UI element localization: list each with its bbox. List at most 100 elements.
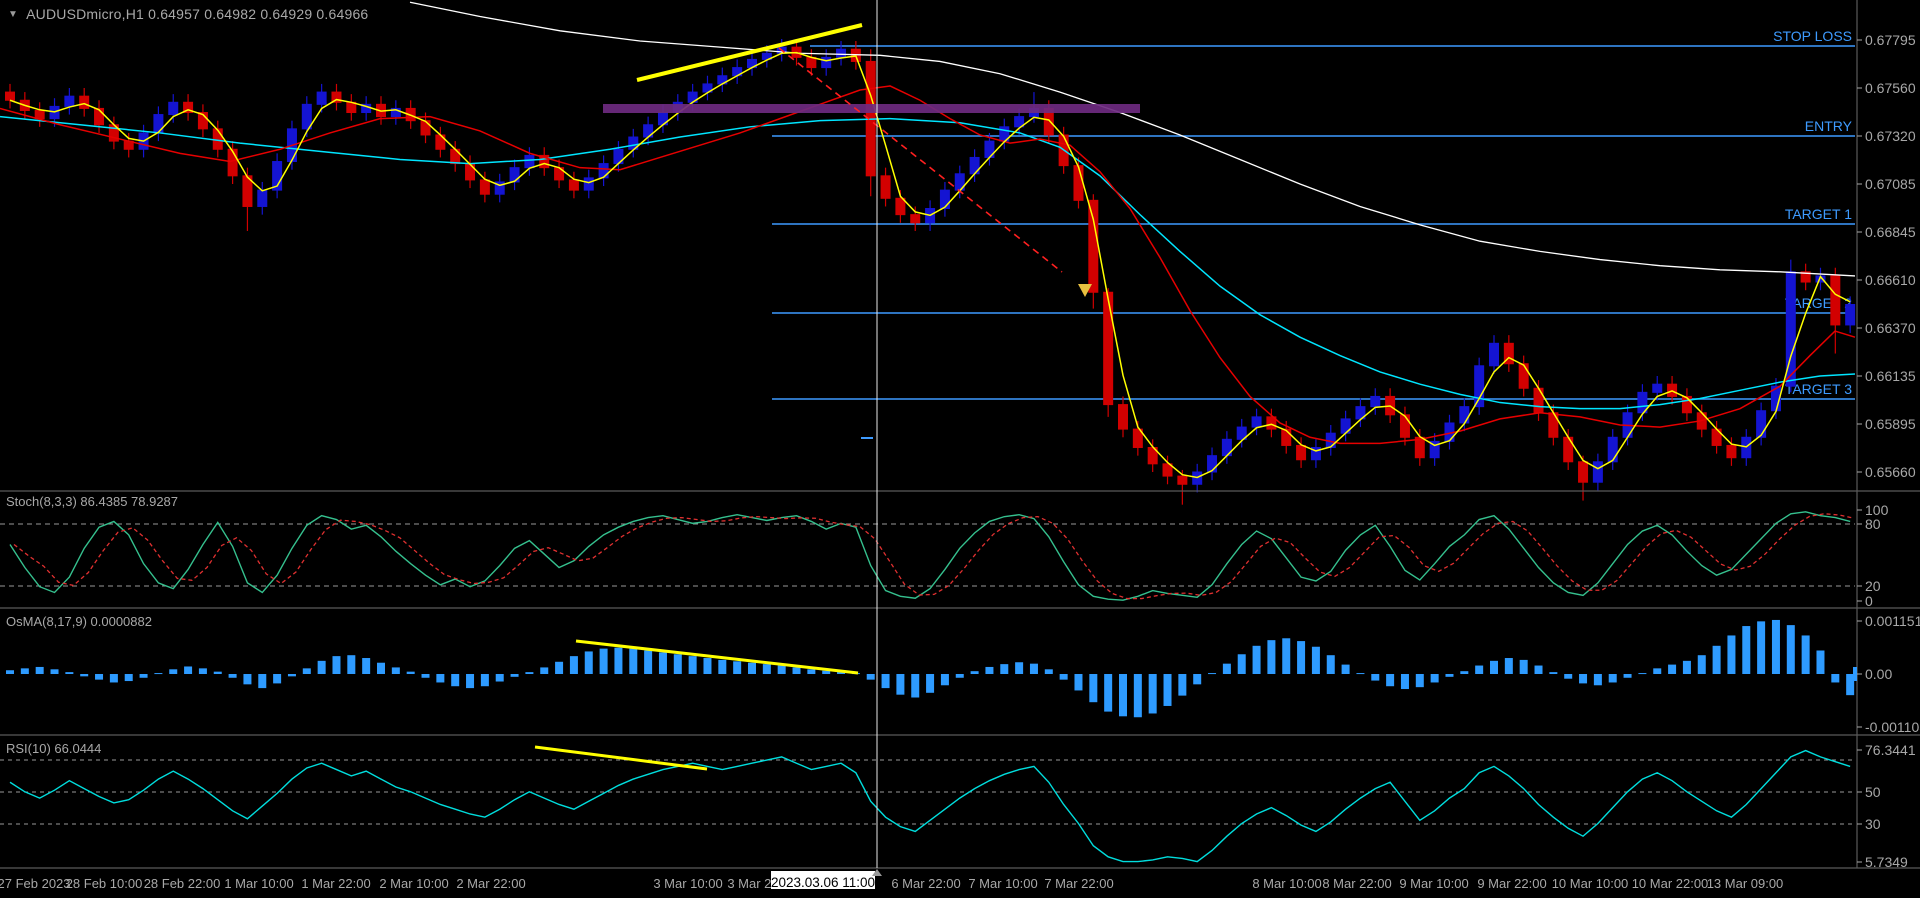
osma-bar bbox=[1609, 674, 1617, 682]
osma-bar bbox=[1579, 674, 1587, 683]
time-axis-label: 28 Feb 22:00 bbox=[144, 876, 221, 891]
time-axis-label: 7 Mar 10:00 bbox=[968, 876, 1037, 891]
osma-bar bbox=[659, 652, 667, 674]
osma-bar bbox=[882, 674, 890, 688]
osma-bar bbox=[21, 668, 29, 674]
osma-bar bbox=[748, 663, 756, 674]
ma-fast-line bbox=[10, 53, 1850, 478]
collapse-arrow-icon[interactable]: ▼ bbox=[8, 9, 18, 20]
selected-time-label: 2023.03.06 11:00 bbox=[771, 875, 875, 890]
osma-bar bbox=[1060, 674, 1068, 680]
price-scale-label: 0.67795 bbox=[1865, 32, 1916, 48]
osma-bar bbox=[540, 667, 548, 674]
candle-body bbox=[80, 96, 89, 108]
candle-body bbox=[95, 108, 104, 124]
ma-slow-line bbox=[0, 117, 1855, 409]
osma-bar bbox=[1267, 640, 1275, 674]
trade-line-label[interactable]: ENTRY bbox=[1805, 118, 1853, 134]
osma-bar bbox=[1698, 655, 1706, 674]
candle-body bbox=[1727, 445, 1736, 457]
osma-bar bbox=[1653, 668, 1661, 674]
candle-body bbox=[421, 121, 430, 135]
osma-bar bbox=[154, 673, 162, 674]
osma-bar bbox=[1802, 635, 1810, 674]
time-axis[interactable]: 27 Feb 202328 Feb 10:0028 Feb 22:001 Mar… bbox=[0, 871, 1783, 891]
osma-bar bbox=[807, 669, 815, 674]
candle-body bbox=[1104, 292, 1113, 404]
candle-body bbox=[1757, 411, 1766, 438]
osma-bar bbox=[243, 674, 251, 684]
osma-bar bbox=[867, 674, 875, 680]
osma-bar bbox=[926, 674, 934, 693]
time-axis-label: 13 Mar 09:00 bbox=[1707, 876, 1784, 891]
price-scale-label: 0.67560 bbox=[1865, 80, 1916, 96]
main-price-pane: STOP LOSSENTRYTARGET 1TARGET 2TARGET 3 bbox=[0, 2, 1855, 504]
price-scale-label: 0.65895 bbox=[1865, 416, 1916, 432]
time-axis-label: 9 Mar 10:00 bbox=[1399, 876, 1468, 891]
candle-body bbox=[569, 180, 578, 190]
osma-bar bbox=[36, 667, 44, 674]
osma-bar bbox=[392, 667, 400, 674]
osma-bar bbox=[1178, 674, 1186, 696]
osma-bar bbox=[6, 670, 14, 674]
osma-bar bbox=[763, 664, 771, 674]
candle-body bbox=[940, 190, 949, 208]
time-axis-label: 2 Mar 22:00 bbox=[456, 876, 525, 891]
osma-current-marker bbox=[1853, 667, 1857, 681]
osma-bar bbox=[1401, 674, 1409, 689]
osma-bar bbox=[1683, 661, 1691, 674]
osma-bar bbox=[1460, 671, 1468, 674]
price-scale-label: 0.66370 bbox=[1865, 320, 1916, 336]
osma-bar bbox=[1831, 674, 1839, 682]
time-axis-label: 7 Mar 22:00 bbox=[1044, 876, 1113, 891]
candle-body bbox=[822, 57, 831, 67]
supply-zone-band[interactable] bbox=[603, 104, 1140, 113]
osma-bar bbox=[1223, 664, 1231, 674]
rsi-scale-label: 30 bbox=[1865, 816, 1881, 832]
chart-canvas: STOP LOSSENTRYTARGET 1TARGET 2TARGET 3 S… bbox=[0, 0, 1920, 898]
osma-bar bbox=[1371, 674, 1379, 681]
osma-bar bbox=[1846, 674, 1854, 695]
stoch-label: Stoch(8,3,3) 86.4385 78.9287 bbox=[6, 494, 178, 509]
time-axis-label: 27 Feb 2023 bbox=[0, 876, 71, 891]
candle-body bbox=[1282, 429, 1291, 445]
candle-body bbox=[1371, 396, 1380, 406]
osma-bar bbox=[733, 661, 741, 674]
yellow-trendline-rsi[interactable] bbox=[535, 747, 707, 769]
osma-bar bbox=[1104, 674, 1112, 712]
candle-body bbox=[911, 215, 920, 223]
osma-bar bbox=[555, 662, 563, 674]
red-dashed-trendline[interactable] bbox=[779, 48, 1062, 272]
candle-body bbox=[881, 176, 890, 198]
osma-bar bbox=[436, 674, 444, 682]
osma-bar bbox=[570, 656, 578, 674]
osma-bar bbox=[1089, 674, 1097, 702]
candle-body bbox=[1178, 476, 1187, 484]
time-axis-label: 8 Mar 22:00 bbox=[1322, 876, 1391, 891]
candle-body bbox=[837, 49, 846, 57]
trade-line-label[interactable]: TARGET 1 bbox=[1785, 206, 1852, 222]
osma-bar bbox=[258, 674, 266, 688]
osma-bar bbox=[1713, 646, 1721, 674]
price-scale-label: 0.66610 bbox=[1865, 272, 1916, 288]
candle-body bbox=[480, 180, 489, 194]
osma-bar bbox=[674, 654, 682, 674]
osma-bar bbox=[1638, 673, 1646, 674]
candle-body bbox=[584, 178, 593, 190]
osma-bar bbox=[1030, 664, 1038, 674]
candle-body bbox=[1593, 462, 1602, 482]
yellow-trendline-main[interactable] bbox=[637, 25, 862, 80]
stochastic-pane: Stoch(8,3,3) 86.4385 78.9287 bbox=[0, 494, 1855, 600]
osma-bar bbox=[1119, 674, 1127, 716]
time-axis-label: 1 Mar 10:00 bbox=[224, 876, 293, 891]
osma-scale-label: 0.0011516 bbox=[1865, 613, 1920, 629]
rsi-pane: RSI(10) 66.0444 bbox=[0, 741, 1855, 862]
trade-line-label[interactable]: STOP LOSS bbox=[1773, 28, 1852, 44]
osma-bar bbox=[1431, 674, 1439, 682]
candle-body bbox=[1549, 413, 1558, 438]
candle-body bbox=[1400, 415, 1409, 437]
candle-body bbox=[1460, 407, 1469, 423]
candle-body bbox=[525, 155, 534, 167]
candle-body bbox=[1653, 384, 1662, 392]
candle-body bbox=[1682, 396, 1691, 412]
